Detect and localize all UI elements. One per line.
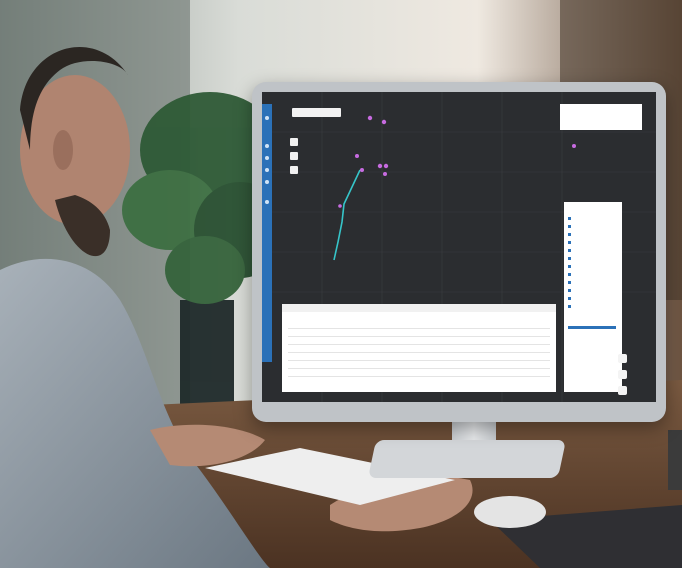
settings-icon[interactable] — [265, 200, 269, 204]
opacity-slider[interactable] — [568, 326, 616, 329]
legend-item[interactable] — [568, 256, 618, 261]
legend-panel — [564, 202, 622, 392]
attribute-table — [282, 304, 556, 392]
layers-icon[interactable] — [265, 144, 269, 148]
map-control-button[interactable] — [618, 386, 627, 395]
legend-item[interactable] — [568, 224, 618, 229]
home-icon[interactable] — [265, 116, 269, 120]
locate-icon[interactable] — [290, 166, 298, 174]
photo-scene — [0, 0, 682, 568]
route-line — [333, 169, 361, 261]
legend-item[interactable] — [568, 304, 618, 309]
legend-icon[interactable] — [265, 156, 269, 160]
legend-item[interactable] — [568, 280, 618, 285]
monitor-screen — [262, 92, 656, 402]
zoom-in-icon[interactable] — [290, 138, 298, 146]
legend-item[interactable] — [568, 264, 618, 269]
title-panel — [560, 104, 642, 130]
table-icon[interactable] — [265, 168, 269, 172]
left-toolbar — [262, 104, 272, 362]
search-icon[interactable] — [265, 180, 269, 184]
table-header — [282, 304, 556, 312]
legend-item[interactable] — [568, 272, 618, 277]
map-control-button[interactable] — [618, 354, 627, 363]
legend-item[interactable] — [568, 248, 618, 253]
table-row[interactable] — [288, 376, 550, 385]
legend-item[interactable] — [568, 288, 618, 293]
monitor-stand-base — [367, 440, 567, 478]
legend-item[interactable] — [568, 296, 618, 301]
legend-item[interactable] — [568, 216, 618, 221]
map-control-button[interactable] — [618, 370, 627, 379]
zoom-out-icon[interactable] — [290, 152, 298, 160]
search-input[interactable] — [292, 108, 341, 117]
legend-item[interactable] — [568, 232, 618, 237]
legend-item[interactable] — [568, 240, 618, 245]
